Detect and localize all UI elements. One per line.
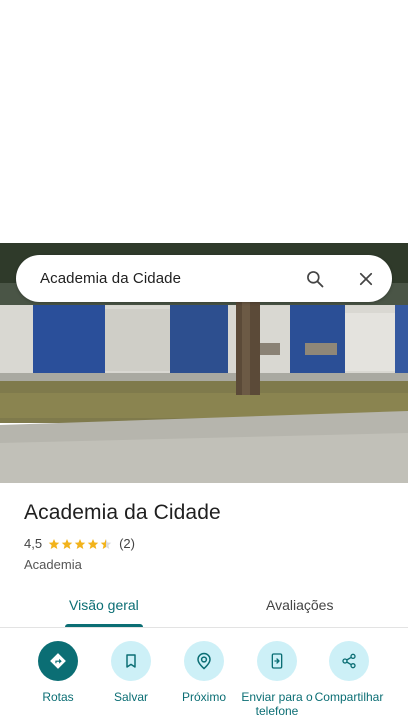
review-count: (2) xyxy=(119,536,135,551)
tab-bar: Visão geral Avaliações xyxy=(0,587,408,628)
action-row: Rotas Salvar Próximo Enviar para o telef… xyxy=(0,641,408,726)
star-icon xyxy=(48,538,60,549)
share-button[interactable]: Compartilhar xyxy=(311,641,387,704)
search-query-text[interactable]: Academia da Cidade xyxy=(40,270,297,287)
rating-row[interactable]: 4,5 (2) xyxy=(24,536,135,551)
rating-value: 4,5 xyxy=(24,536,43,551)
share-label: Compartilhar xyxy=(314,690,384,704)
send-to-phone-icon xyxy=(257,641,297,681)
save-button[interactable]: Salvar xyxy=(93,641,169,704)
save-label: Salvar xyxy=(113,690,148,704)
tab-reviews[interactable]: Avaliações xyxy=(266,597,333,613)
star-icon xyxy=(74,538,86,549)
search-bar[interactable]: Academia da Cidade xyxy=(16,255,392,302)
close-icon[interactable] xyxy=(348,261,384,297)
search-icon[interactable] xyxy=(297,261,333,297)
star-icon xyxy=(61,538,73,549)
bookmark-icon xyxy=(111,641,151,681)
star-icon xyxy=(87,538,99,549)
nearby-button[interactable]: Próximo xyxy=(166,641,242,704)
directions-label: Rotas xyxy=(42,690,74,704)
tab-selected-indicator xyxy=(65,624,143,627)
send-to-phone-label: Enviar para o telefone xyxy=(241,690,313,718)
directions-icon xyxy=(38,641,78,681)
nearby-icon xyxy=(184,641,224,681)
nearby-label: Próximo xyxy=(181,690,226,704)
directions-button[interactable]: Rotas xyxy=(20,641,96,704)
place-title: Academia da Cidade xyxy=(24,501,221,524)
star-half-icon xyxy=(100,538,112,549)
tab-overview[interactable]: Visão geral xyxy=(69,597,139,613)
rating-stars xyxy=(48,538,113,550)
send-to-phone-button[interactable]: Enviar para o telefone xyxy=(239,641,315,718)
share-icon xyxy=(329,641,369,681)
blank-map-area xyxy=(0,0,408,243)
place-category: Academia xyxy=(24,557,82,572)
